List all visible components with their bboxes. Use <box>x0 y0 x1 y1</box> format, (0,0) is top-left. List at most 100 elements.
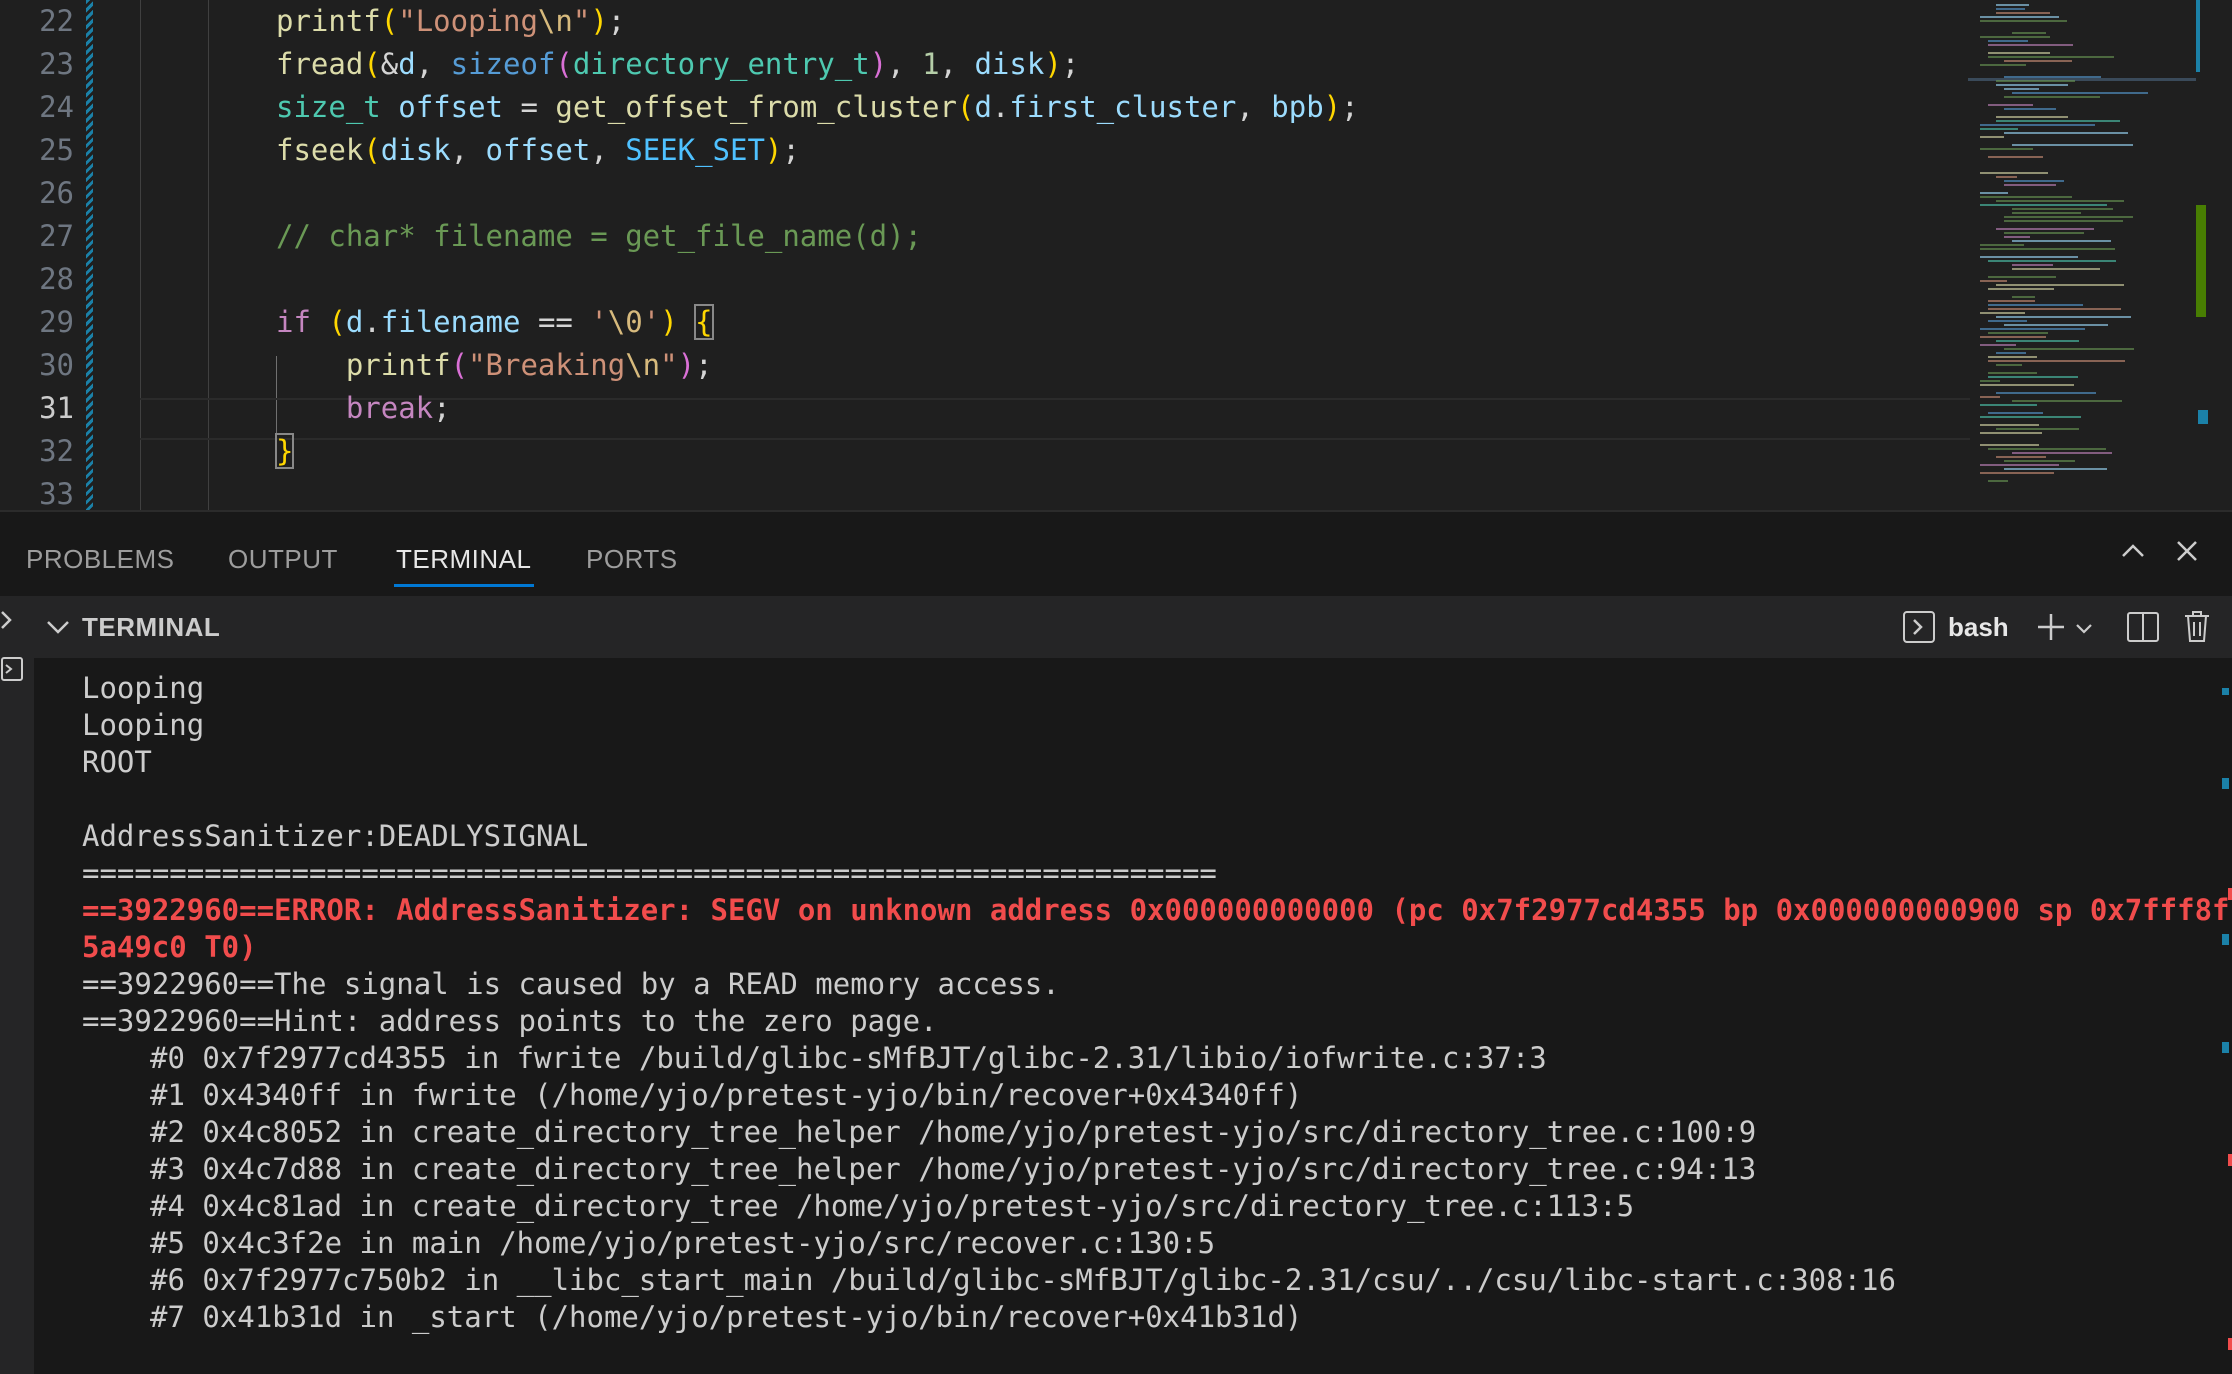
minimap-line <box>1988 412 2043 414</box>
minimap-line <box>1980 444 2039 446</box>
code-token: d <box>974 90 992 124</box>
minimap-line <box>2004 220 2123 222</box>
trash-icon[interactable] <box>2182 608 2212 649</box>
minimap-line <box>1980 192 2008 194</box>
minimap-line <box>1980 380 2000 382</box>
code-token: . <box>363 305 381 339</box>
terminal-line: #4 0x4c81ad in create_directory_tree /ho… <box>150 1189 1635 1223</box>
plus-icon[interactable] <box>2034 610 2068 649</box>
minimap-line <box>2012 212 2081 214</box>
minimap-line <box>1980 472 2054 474</box>
minimap-line <box>1988 376 2078 378</box>
code-token: "Breaking <box>468 348 626 382</box>
terminal-line: ROOT <box>82 745 152 779</box>
scm-change-indicator <box>86 0 93 510</box>
minimap-line <box>1980 36 2050 38</box>
code-token: offset <box>485 133 591 167</box>
terminal-shell-icon[interactable] <box>1902 610 1936 649</box>
code-editor[interactable]: 22 23 24 25 26 27 28 29 30 31 32 33 printf("Looping… <box>0 0 2232 510</box>
overview-ruler[interactable] <box>2196 0 2232 510</box>
chevron-up-icon[interactable] <box>2118 536 2148 571</box>
minimap-line <box>1988 40 2028 42</box>
code-token: } <box>274 433 295 469</box>
split-terminal-icon[interactable] <box>2126 610 2160 649</box>
close-icon[interactable] <box>2172 536 2202 571</box>
terminal-line: #2 0x4c8052 in create_directory_tree_hel… <box>150 1115 1757 1149</box>
terminal-line: #1 0x4340ff in fwrite (/home/yjo/pretest… <box>150 1078 1303 1112</box>
chevron-down-icon[interactable] <box>44 612 72 645</box>
minimap[interactable] <box>1968 0 2212 510</box>
tab-ports[interactable]: PORTS <box>586 544 678 575</box>
minimap-line <box>2004 184 2056 186</box>
minimap-line <box>1980 244 2024 246</box>
terminal-line: ==3922960==Hint: address points to the z… <box>82 1004 938 1038</box>
shell-name-label[interactable]: bash <box>1948 612 2009 643</box>
terminal-scrollbar[interactable] <box>2214 658 2232 1374</box>
minimap-line <box>1996 4 2029 6</box>
minimap-line <box>2012 452 2112 454</box>
code-line: printf("Breaking\n"); <box>276 344 713 387</box>
code-token: ) <box>1323 90 1342 124</box>
code-token: { <box>694 304 714 340</box>
minimap-line <box>1996 116 2068 118</box>
code-token: ( <box>956 90 975 124</box>
minimap-line <box>1996 176 2017 178</box>
code-token: sizeof <box>450 47 556 81</box>
code-token: ; <box>607 4 626 38</box>
code-token: filename <box>380 305 521 339</box>
code-token: printf <box>345 348 451 382</box>
code-token: SEEK_SET <box>625 133 765 167</box>
code-token: disk <box>380 133 451 167</box>
minimap-line <box>2004 96 2100 98</box>
minimap-line <box>1980 384 2074 386</box>
code-token: , <box>887 47 923 81</box>
minimap-line <box>1988 304 2083 306</box>
code-token: ) <box>1044 47 1062 81</box>
code-token: size_t <box>276 90 381 124</box>
terminal-line: ========================================… <box>82 856 1217 890</box>
code-token: first_cluster <box>1009 90 1237 124</box>
tab-output[interactable]: OUTPUT <box>228 544 338 575</box>
minimap-line <box>1980 124 2095 126</box>
code-token: ) <box>869 47 888 81</box>
minimap-line <box>1980 16 2059 18</box>
chevron-right-icon[interactable] <box>0 606 16 638</box>
code-token: // char* filename = get_file_name(d); <box>276 219 923 253</box>
code-token: ( <box>450 348 469 382</box>
code-token: , <box>415 47 451 81</box>
code-token: \n <box>625 348 661 382</box>
minimap-line <box>1980 464 2059 466</box>
minimap-line <box>1980 328 2085 330</box>
ruler-marker <box>2222 934 2229 945</box>
ruler-marker <box>2222 688 2229 695</box>
line-number: 29 <box>39 305 74 339</box>
code-token: break <box>345 391 434 425</box>
minimap-line <box>1996 80 2075 82</box>
code-token: ; <box>782 133 800 167</box>
code-token: ) <box>764 133 783 167</box>
minimap-line <box>1996 200 2124 202</box>
minimap-line <box>1988 300 2035 302</box>
dropdown-chevron-icon[interactable] <box>2074 618 2094 643</box>
code-token: . <box>991 90 1010 124</box>
code-token: , <box>939 47 975 81</box>
code-token: ( <box>363 47 381 81</box>
tab-terminal[interactable]: TERMINAL <box>396 544 531 575</box>
code-token: \0 <box>607 305 643 339</box>
minimap-line <box>2012 32 2046 34</box>
terminal-icon[interactable] <box>0 654 24 692</box>
minimap-line <box>1980 336 2046 338</box>
code-token: if <box>276 305 311 339</box>
minimap-line <box>2004 232 2084 234</box>
terminal-output[interactable]: Looping Looping ROOT AddressSanitizer:DEADL… <box>34 658 2232 1374</box>
code-line: fseek(disk, offset, SEEK_SET); <box>276 129 800 172</box>
line-number: 26 <box>39 176 74 210</box>
minimap-line <box>1996 428 2079 430</box>
code-token: ) <box>590 4 608 38</box>
terminal-error-line: ==3922960==ERROR: AddressSanitizer: SEGV… <box>82 893 2230 927</box>
code-token: ' <box>590 305 608 339</box>
minimap-line <box>2012 144 2133 146</box>
tab-problems[interactable]: PROBLEMS <box>26 544 175 575</box>
code-line: size_t offset = get_offset_from_cluster(… <box>276 86 1359 129</box>
code-token: , <box>450 133 486 167</box>
